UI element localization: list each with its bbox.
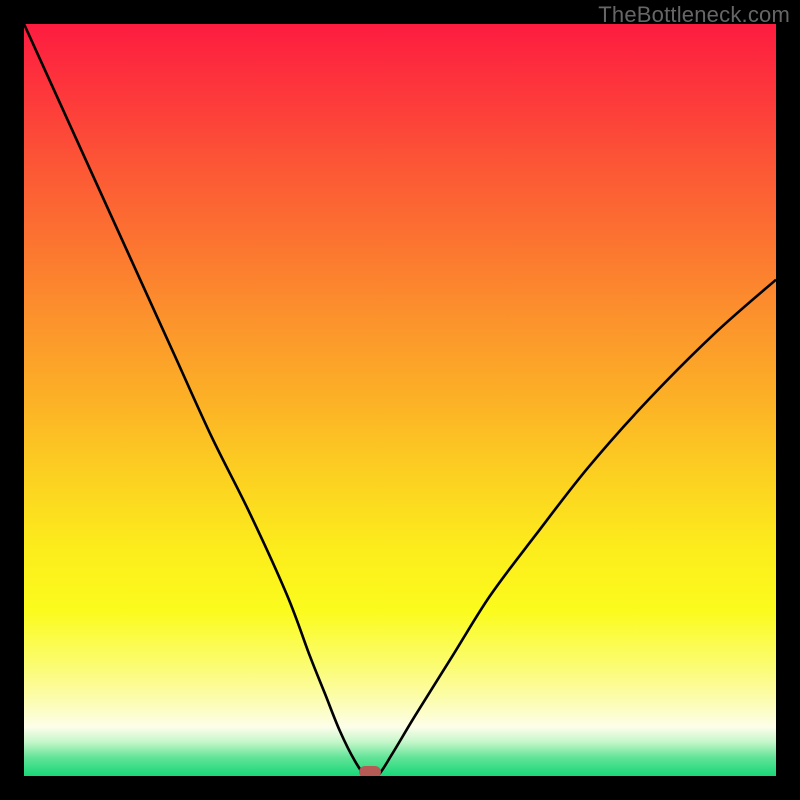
frame-border: TheBottleneck.com xyxy=(0,0,800,800)
curve-path xyxy=(24,24,776,776)
optimal-marker xyxy=(359,766,381,776)
plot-area xyxy=(24,24,776,776)
bottleneck-curve xyxy=(24,24,776,776)
